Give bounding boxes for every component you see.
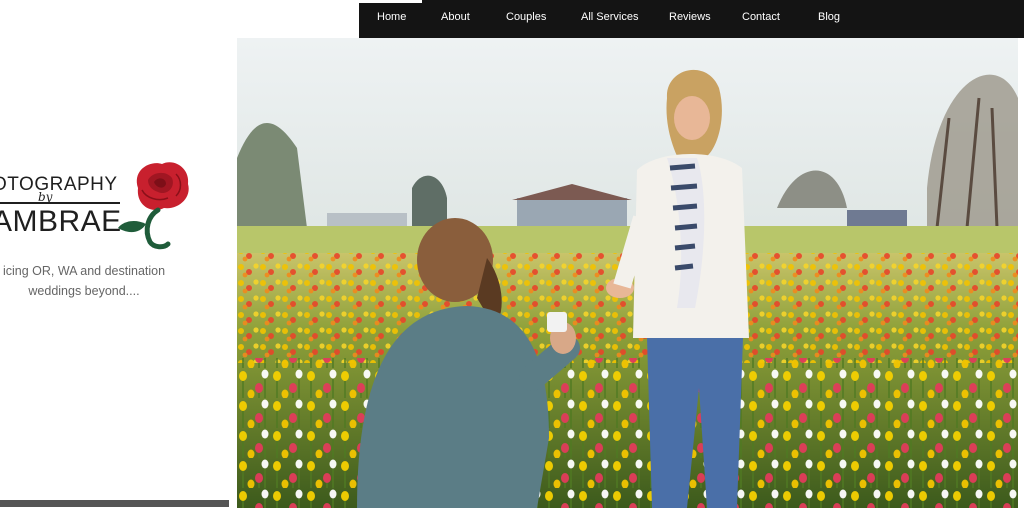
nav-item-contact[interactable]: Contact xyxy=(742,0,780,34)
logo-line1: OTOGRAPHY xyxy=(0,174,118,195)
nav-item-about[interactable]: About xyxy=(441,0,470,34)
nav-item-services[interactable]: All Services xyxy=(581,0,638,34)
nav-item-reviews[interactable]: Reviews xyxy=(669,0,711,34)
tagline-line2: weddings beyond.... xyxy=(28,284,140,298)
hero-image xyxy=(237,38,1018,508)
rose-icon xyxy=(118,162,189,250)
panel-bottom-bar xyxy=(0,500,229,507)
hero-illustration xyxy=(237,38,1018,508)
main-nav: Home About Couples All Services Reviews … xyxy=(359,0,1024,38)
tagline: icing OR, WA and destination weddings be… xyxy=(0,261,174,301)
site-logo[interactable]: OTOGRAPHY by AMBRAE xyxy=(0,158,207,253)
left-panel: OTOGRAPHY by AMBRAE icing OR, WA and des… xyxy=(0,0,229,516)
nav-item-blog[interactable]: Blog xyxy=(818,0,840,34)
nav-item-home[interactable]: Home xyxy=(377,0,406,34)
logo-rule xyxy=(0,202,120,204)
tagline-line1: icing OR, WA and destination xyxy=(2,264,166,278)
logo-line2: AMBRAE xyxy=(0,205,122,238)
nav-item-couples[interactable]: Couples xyxy=(506,0,546,34)
